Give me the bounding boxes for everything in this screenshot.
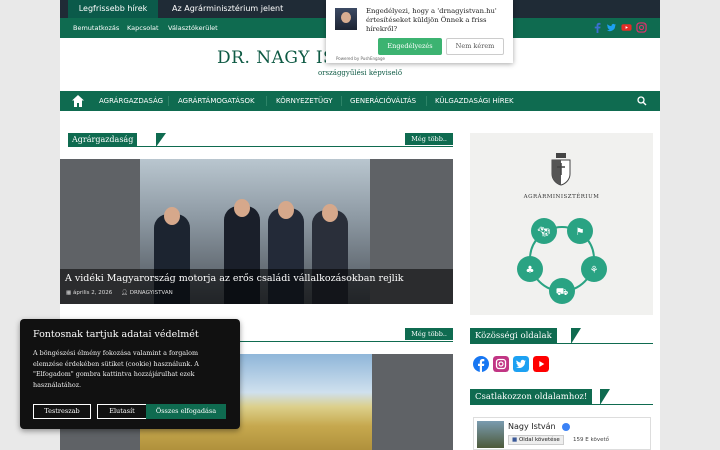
menu-item-kulgazdasagi-hirek[interactable]: KÜLGAZDASÁGI HÍREK	[435, 91, 514, 111]
youtube-icon[interactable]	[621, 22, 632, 33]
sidebar-title-tail	[600, 389, 610, 405]
section-header-agrargazdasag: Agrárgazdaság Még több..	[68, 133, 453, 147]
svg-text:🐄︎: 🐄︎	[538, 226, 551, 238]
instagram-icon[interactable]	[636, 22, 647, 33]
sidebar-title-tail	[571, 328, 581, 344]
prompt-message: Engedélyezi, hogy a 'drnagyistvan.hu' ér…	[366, 7, 497, 33]
menu-separator	[168, 96, 169, 106]
sidebar-title: Közösségi oldalak	[470, 328, 557, 344]
featured-post-title[interactable]: A vidéki Magyarország motorja az erős cs…	[65, 273, 404, 284]
menu-separator	[266, 96, 267, 106]
menu-separator	[341, 96, 342, 106]
deny-notifications-button[interactable]: Nem kérem	[446, 38, 504, 55]
nav-link-contact[interactable]: Kapcsolat	[127, 18, 159, 38]
cookie-text: A böngészési élmény fokozása valamint a …	[33, 349, 199, 389]
ticker-headline[interactable]: Az Agrárminisztérium jelent	[172, 0, 283, 18]
ministry-name: AGRÁRMINISZTÉRIUM	[523, 194, 600, 200]
cookie-title: Fontosnak tartjuk adatai védelmét	[33, 329, 199, 340]
hungarian-coat-of-arms	[551, 153, 571, 186]
section-title-tail	[156, 133, 166, 147]
facebook-page-name[interactable]: Nagy István	[508, 422, 556, 431]
instagram-icon[interactable]	[493, 356, 509, 372]
facebook-page-widget: Nagy István ■ Oldal követése 159 E követ…	[473, 417, 651, 450]
featured-post[interactable]: A vidéki Magyarország motorja az erős cs…	[60, 159, 453, 304]
search-icon[interactable]	[637, 96, 647, 106]
more-button[interactable]: Még több..	[405, 328, 453, 340]
cookie-consent-banner: Fontosnak tartjuk adatai védelmét A böng…	[20, 319, 240, 429]
allow-notifications-button[interactable]: Engedélyezés	[378, 38, 442, 55]
person-head	[164, 207, 180, 225]
facebook-profile-picture[interactable]	[477, 421, 504, 448]
section-title[interactable]: Agrárgazdaság	[68, 133, 138, 147]
post-meta: ▦ április 2, 2026 👤︎ DRNAGYISTVAN	[66, 290, 173, 296]
svg-text:♣: ♣	[526, 265, 535, 276]
follow-label: Oldal követése	[518, 437, 560, 443]
twitter-icon[interactable]	[513, 356, 529, 372]
facebook-icon[interactable]	[592, 22, 603, 33]
follower-count: 159 E követő	[573, 437, 609, 443]
verified-badge-icon	[562, 423, 570, 431]
push-notification-prompt: Engedélyezi, hogy a 'drnagyistvan.hu' ér…	[326, 0, 513, 63]
home-icon[interactable]	[71, 94, 85, 108]
ministry-emblem: 🐄︎ ⚑ ♣ ⚘ ⛟	[517, 218, 607, 304]
menu-item-kornyezetugy[interactable]: KÖRNYEZETÜGY	[276, 91, 333, 111]
prompt-avatar	[335, 8, 357, 30]
person-head	[234, 199, 250, 217]
twitter-icon[interactable]	[606, 22, 617, 33]
sidebar-header-join: Csatlakozzon oldalamhoz!	[470, 389, 653, 405]
calendar-icon: ▦	[66, 290, 72, 296]
cookie-reject-button[interactable]: Elutasít	[97, 404, 147, 419]
menu-separator	[426, 96, 427, 106]
person-head	[322, 204, 338, 222]
main-menu: AGRÁRGAZDASÁG AGRÁRTÁMOGATÁSOK KÖRNYEZET…	[60, 91, 660, 111]
more-button[interactable]: Még több..	[405, 133, 453, 145]
nav-link-constituency[interactable]: Választókerület	[168, 18, 218, 38]
sidebar-title: Csatlakozzon oldalamhoz!	[470, 389, 593, 405]
menu-item-agrartamogatasok[interactable]: AGRÁRTÁMOGATÁSOK	[178, 91, 255, 111]
svg-text:⚑: ⚑	[576, 227, 585, 238]
follow-page-button[interactable]: ■ Oldal követése	[508, 435, 564, 445]
ministry-banner[interactable]: AGRÁRMINISZTÉRIUM 🐄︎ ⚑ ♣ ⚘ ⛟	[470, 133, 653, 315]
post-author[interactable]: DRNAGYISTVAN	[130, 290, 173, 296]
menu-item-generaciovaltas[interactable]: GENERÁCIÓVÁLTÁS	[350, 91, 416, 111]
person-head	[278, 201, 294, 219]
nav-link-about[interactable]: Bemutatkozás	[73, 18, 119, 38]
svg-text:⚘: ⚘	[590, 265, 599, 276]
sidebar-header-community: Közösségi oldalak	[470, 328, 653, 344]
site-subtitle: országgyűlési képviselő	[317, 69, 403, 77]
cookie-accept-all-button[interactable]: Összes elfogadása	[146, 404, 226, 419]
powered-by[interactable]: Powered by PushEngage	[336, 56, 385, 61]
post-date: április 2, 2026	[72, 290, 113, 296]
facebook-icon[interactable]	[473, 356, 489, 372]
youtube-icon[interactable]	[533, 356, 549, 372]
menu-item-agrargazdasag[interactable]: AGRÁRGAZDASÁG	[99, 91, 163, 111]
user-icon: 👤︎	[121, 290, 129, 296]
cookie-customize-button[interactable]: Testreszab	[33, 404, 91, 419]
facebook-icon: ■	[512, 437, 518, 443]
svg-text:⛟: ⛟	[556, 287, 569, 298]
ticker-label: Legfrissebb hírek	[68, 0, 158, 18]
